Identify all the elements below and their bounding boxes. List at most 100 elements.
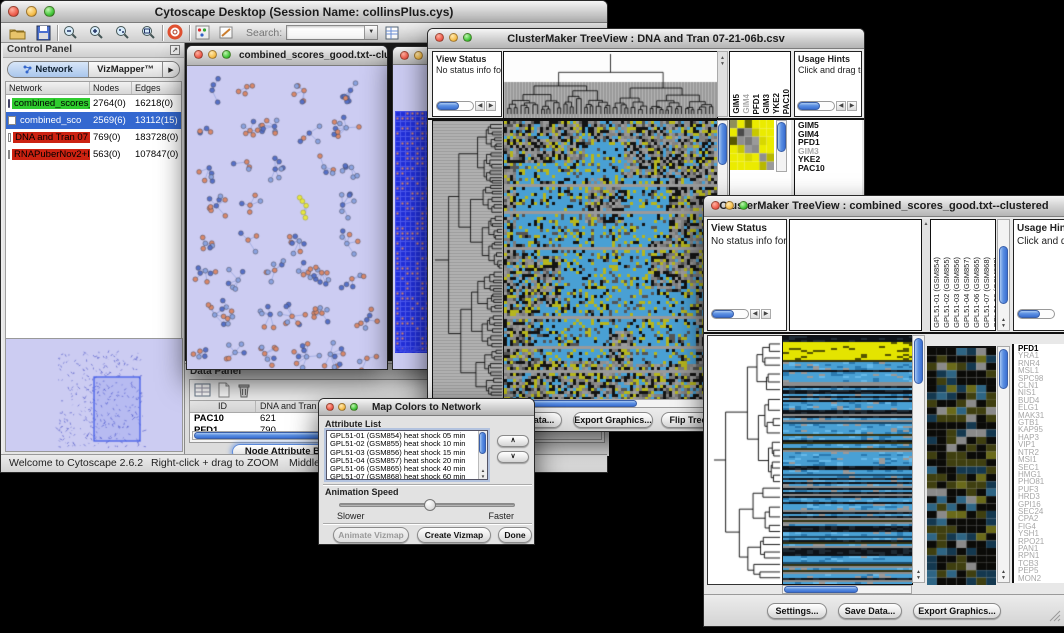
zoom-window-button[interactable] [222,50,231,59]
tv1-column-label[interactable]: GIM4 [742,94,751,114]
zoom-window-button[interactable] [44,6,55,17]
close-button[interactable] [8,6,19,17]
tv1-hints-scrollbar[interactable]: ◀▶ [797,100,857,112]
minimize-button[interactable] [338,403,346,411]
attribute-table-icon[interactable] [384,25,402,41]
close-button[interactable] [711,201,720,210]
tv1-column-label[interactable]: YKE2 [772,93,781,114]
search-input[interactable]: ▼ [286,25,378,40]
network-overview[interactable] [5,338,183,452]
close-button[interactable] [400,51,409,60]
data-column-id[interactable]: ID [190,401,256,412]
dialog-titlebar[interactable]: Map Colors to Network [319,399,534,416]
tv2-hints-scrollbar[interactable] [1017,308,1055,320]
tv2-zoom-heatmap[interactable] [927,346,996,585]
tv1-column-label[interactable]: GIM5 [732,94,741,114]
float-panel-icon[interactable]: ↗ [170,45,180,55]
attribute-list-scrollbar[interactable]: ▲▼ [478,431,487,479]
tv2-labels-vscrollbar[interactable]: ▲▼ [997,219,1010,331]
create-vizmap-button[interactable]: Create Vizmap [417,527,491,543]
move-up-button[interactable]: ∧ [497,435,529,447]
treeview2-titlebar[interactable]: ClusterMaker TreeView : combined_scores_… [704,196,1064,217]
close-button[interactable] [435,33,444,42]
close-button[interactable] [194,50,203,59]
tv2-row-dendrogram[interactable] [707,335,783,585]
tv1-column-labels[interactable]: GIM5GIM4PFD1GIM3YKE2PAC10 [729,51,791,117]
tv1-matrix-vscrollbar[interactable] [776,120,787,172]
column-header-edges[interactable]: Edges [132,82,181,94]
animation-speed-slider[interactable] [339,503,515,507]
tv2-export-graphics-button[interactable]: Export Graphics... [913,603,1001,619]
tv2-save-data-button[interactable]: Save Data... [838,603,902,619]
resize-grip[interactable] [1048,609,1062,623]
slider-thumb[interactable] [424,499,436,511]
tv2-splitter-strip[interactable]: ▲ [922,219,930,331]
tv1-correlation-matrix[interactable] [730,120,774,170]
tv2-gene-list[interactable]: PFD1YRA1RNR4MSL1SPC98CLN1NIS1BUD4ELG1MAK… [1012,344,1064,583]
tv1-heatmap[interactable] [503,120,718,400]
animate-vizmap-button[interactable]: Animate Vizmap [333,527,409,543]
move-down-button[interactable]: ∨ [497,451,529,463]
network-row[interactable]: combined_scores_ 2764(0) 16218(0) [6,95,181,112]
tv2-status-scrollbar[interactable]: ◀▶ [711,308,771,320]
close-button[interactable] [326,403,334,411]
tv2-heatmap-vscrollbar[interactable]: ▲▼ [912,335,925,583]
tv2-zoom-vscrollbar[interactable]: ▲▼ [997,346,1010,583]
save-icon[interactable] [35,25,53,41]
tv1-splitter-strip[interactable]: ▲▼ [717,51,728,117]
main-titlebar[interactable]: Cytoscape Desktop (Session Name: collins… [1,1,607,23]
done-button[interactable]: Done [498,527,532,543]
zoom-window-button[interactable] [463,33,472,42]
delete-attribute-icon[interactable] [236,382,252,398]
tv2-column-label[interactable]: GPL51-03 (GSM856) [952,257,961,328]
tv2-column-tree-area[interactable] [789,219,922,331]
tv2-hscrollbar[interactable] [782,585,912,594]
tab-network[interactable]: Network [8,62,89,77]
tv2-column-label[interactable]: GPL51-06 (GSM865) [972,257,981,328]
tv1-column-label[interactable]: PAC10 [782,89,791,114]
tv2-settings-button[interactable]: Settings... [767,603,827,619]
zoom-window-button[interactable] [739,201,748,210]
tv1-export-graphics-button[interactable]: Export Graphics... [573,412,653,428]
attribute-list-item[interactable]: GPL51-07 (GSM868) heat shock 60 min [330,473,477,480]
column-header-nodes[interactable]: Nodes [90,82,132,94]
tv2-heatmap[interactable] [782,335,913,585]
zoom-window-button[interactable] [350,403,358,411]
zoom-out-icon[interactable] [62,24,80,41]
treeview1-titlebar[interactable]: ClusterMaker TreeView : DNA and Tran 07-… [428,29,864,49]
tv2-column-label[interactable]: GPL51-02 (GSM855) [942,257,951,328]
minimize-button[interactable] [725,201,734,210]
network-view-titlebar[interactable]: combined_scores_good.txt--cluste... [187,46,387,66]
network-row[interactable]: combined_sco 2569(6) 13112(15) [6,112,181,129]
column-header-network[interactable]: Network [6,82,90,94]
vizmapper-icon[interactable] [194,25,212,41]
network-row[interactable]: RNAPuberNov2+I 563(0) 107847(0) [6,146,181,163]
network-canvas[interactable] [187,66,387,369]
dense-network-canvas[interactable] [395,111,429,353]
search-dropdown-button[interactable]: ▼ [364,26,377,39]
tv2-column-label[interactable]: GPL51-07 (GSM868) [982,257,991,328]
zoom-fit-icon[interactable] [140,24,158,41]
tv2-column-label[interactable]: GPL51-08 (GSM872) [992,257,996,328]
minimize-button[interactable] [449,33,458,42]
tab-vizmapper[interactable]: VizMapper™ [89,62,163,77]
tv1-gene-label[interactable]: PAC10 [798,164,862,173]
tab-overflow-button[interactable]: ▶ [163,62,179,77]
tv1-column-dendrogram[interactable] [503,51,718,119]
zoom-in-icon[interactable] [88,24,106,41]
annotation-icon[interactable] [218,25,236,41]
tv1-column-label[interactable]: PFD1 [752,94,761,114]
tv2-column-labels[interactable]: GPL51-01 (GSM854)GPL51-02 (GSM855)GPL51-… [930,219,996,331]
help-icon[interactable] [167,24,185,41]
minimize-button[interactable] [208,50,217,59]
tv2-column-label[interactable]: GPL51-01 (GSM854) [932,257,941,328]
tv2-column-label[interactable]: GPL51-04 (GSM857) [962,257,971,328]
minimize-button[interactable] [26,6,37,17]
attribute-select-icon[interactable] [194,382,212,398]
zoom-selected-icon[interactable] [114,24,132,41]
open-file-icon[interactable] [9,25,27,41]
minimize-button[interactable] [414,51,423,60]
tv1-status-scrollbar[interactable]: ◀▶ [436,100,496,112]
tv1-row-dendrogram[interactable] [432,120,505,400]
new-attribute-icon[interactable] [216,382,232,398]
